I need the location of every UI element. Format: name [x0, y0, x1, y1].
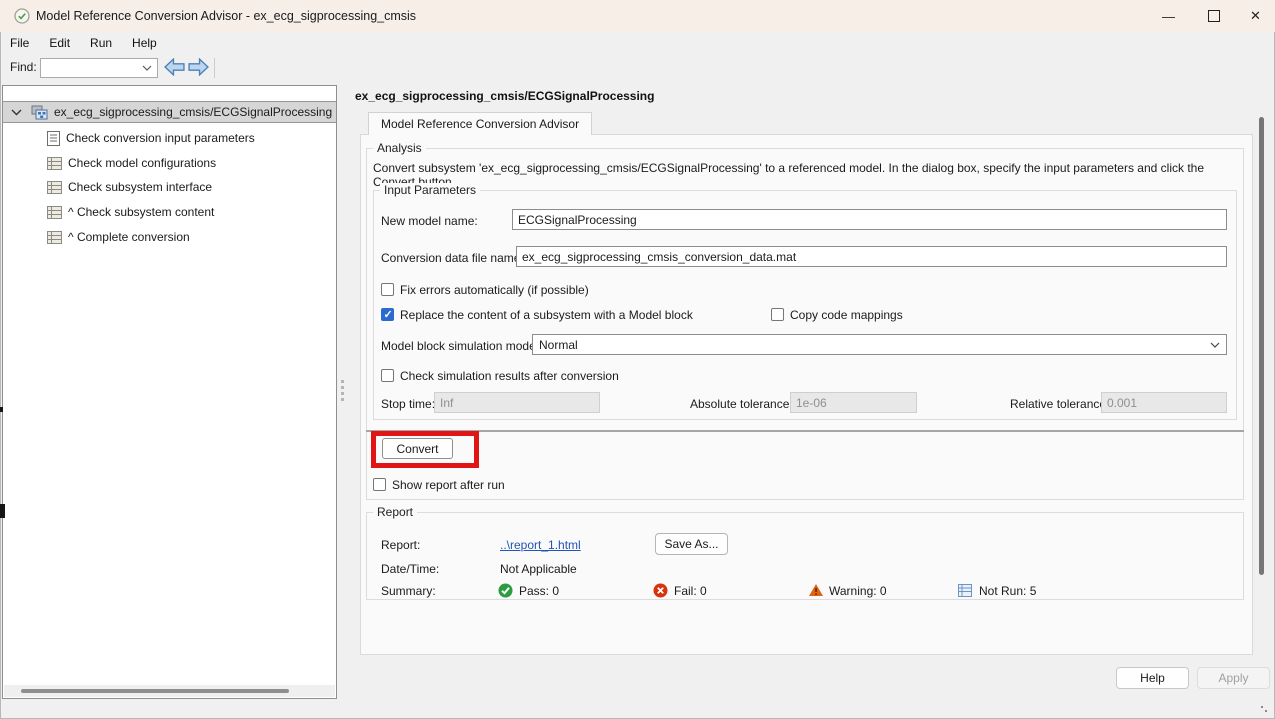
vertical-scrollbar-thumb[interactable] [1259, 117, 1264, 575]
menu-edit[interactable]: Edit [39, 32, 80, 54]
screen-artifact [0, 504, 5, 518]
section-separator [366, 430, 1244, 432]
tree-root-item[interactable]: ex_ecg_sigprocessing_cmsis/ECGSignalProc… [3, 101, 336, 123]
report-group-label: Report [373, 505, 417, 519]
title-bar: Model Reference Conversion Advisor - ex_… [0, 0, 1275, 32]
datetime-value: Not Applicable [500, 562, 577, 576]
toolbar-separator [214, 58, 215, 78]
window-title: Model Reference Conversion Advisor - ex_… [36, 9, 416, 23]
maximize-icon [1208, 10, 1220, 22]
stop-time-label: Stop time: [381, 397, 435, 411]
absolute-tolerance-label: Absolute tolerance: [690, 397, 793, 411]
convert-button[interactable]: Convert [382, 438, 453, 459]
datetime-label: Date/Time: [381, 562, 439, 576]
find-combobox[interactable] [40, 58, 158, 78]
check-list-icon [47, 206, 62, 219]
report-link[interactable]: ..\report_1.html [500, 538, 581, 552]
show-report-checkbox[interactable] [373, 478, 386, 491]
tab-model-reference-conversion-advisor[interactable]: Model Reference Conversion Advisor [368, 112, 592, 135]
check-list-icon [47, 181, 62, 194]
simulation-mode-value: Normal [539, 338, 1210, 352]
menu-bar: File Edit Run Help [0, 32, 1275, 54]
check-list-icon [47, 157, 62, 170]
new-model-name-label: New model name: [381, 214, 478, 228]
tree-root-label: ex_ecg_sigprocessing_cmsis/ECGSignalProc… [54, 105, 332, 119]
copy-code-mappings-checkbox[interactable] [771, 308, 784, 321]
new-model-name-field[interactable] [512, 209, 1227, 230]
screen-artifact [0, 407, 3, 412]
tree-item-label: Check subsystem interface [68, 180, 212, 194]
show-report-label: Show report after run [392, 478, 505, 492]
analysis-group-label: Analysis [373, 141, 426, 155]
combo-chevron-down-icon[interactable] [142, 65, 157, 71]
find-next-button[interactable] [188, 58, 209, 79]
tree-item-label: Check model configurations [68, 156, 216, 170]
tree-item-check-subsystem-interface[interactable]: Check subsystem interface [47, 176, 212, 198]
tab-label: Model Reference Conversion Advisor [381, 117, 579, 131]
minimize-icon: — [1162, 9, 1175, 24]
input-parameters-group-label: Input Parameters [380, 183, 480, 197]
fix-errors-checkbox[interactable] [381, 283, 394, 296]
fail-count: Fail: 0 [674, 584, 707, 598]
menu-file[interactable]: File [0, 32, 39, 54]
pass-icon [498, 583, 513, 601]
minimize-button[interactable]: — [1146, 0, 1191, 32]
summary-label: Summary: [381, 584, 436, 598]
toolbar: Find: [0, 54, 1275, 82]
find-label: Find: [10, 60, 37, 74]
analysis-description: Convert subsystem 'ex_ecg_sigprocessing_… [373, 161, 1238, 189]
page-title: ex_ecg_sigprocessing_cmsis/ECGSignalProc… [355, 89, 654, 103]
relative-tolerance-label: Relative tolerance: [1010, 397, 1109, 411]
fix-errors-label: Fix errors automatically (if possible) [400, 283, 589, 297]
apply-button[interactable]: Apply [1197, 667, 1270, 689]
checks-tree-panel: ex_ecg_sigprocessing_cmsis/ECGSignalProc… [2, 85, 337, 699]
menu-help[interactable]: Help [122, 32, 167, 54]
tree-item-complete-conversion[interactable]: ^ Complete conversion [47, 226, 190, 248]
select-chevron-down-icon [1210, 342, 1220, 348]
check-sim-results-checkbox[interactable] [381, 369, 394, 382]
check-document-icon [47, 131, 60, 146]
warning-icon [808, 583, 824, 600]
absolute-tolerance-field [790, 392, 917, 413]
tree-item-label: ^ Check subsystem content [68, 205, 214, 219]
save-as-button[interactable]: Save As... [655, 533, 728, 555]
model-reference-conversion-advisor-window: Model Reference Conversion Advisor - ex_… [0, 0, 1275, 719]
fail-icon [653, 583, 668, 601]
tree-horizontal-scrollbar[interactable] [4, 685, 335, 697]
tree-horizontal-scrollbar-thumb[interactable] [21, 689, 289, 693]
check-list-icon [47, 231, 62, 244]
simulation-mode-label: Model block simulation mode: [381, 339, 539, 353]
find-previous-button[interactable] [164, 58, 185, 79]
close-button[interactable]: ✕ [1236, 0, 1275, 32]
tree-item-check-subsystem-content[interactable]: ^ Check subsystem content [47, 201, 214, 223]
close-icon: ✕ [1250, 8, 1261, 24]
tree-item-label: Check conversion input parameters [66, 131, 255, 145]
not-run-count: Not Run: 5 [979, 584, 1036, 598]
warning-count: Warning: 0 [829, 584, 887, 598]
simulation-mode-select[interactable]: Normal [532, 334, 1227, 355]
model-reference-icon [31, 105, 48, 120]
replace-content-label: Replace the content of a subsystem with … [400, 308, 693, 322]
help-button[interactable]: Help [1116, 667, 1189, 689]
not-run-icon [958, 584, 972, 600]
tree-item-check-model-configurations[interactable]: Check model configurations [47, 152, 216, 174]
check-sim-results-label: Check simulation results after conversio… [400, 369, 619, 383]
tree-item-label: ^ Complete conversion [68, 230, 190, 244]
replace-content-checkbox[interactable] [381, 308, 394, 321]
conversion-data-file-name-field[interactable] [516, 246, 1227, 267]
copy-code-mappings-label: Copy code mappings [790, 308, 903, 322]
pass-count: Pass: 0 [519, 584, 559, 598]
stop-time-field [434, 392, 600, 413]
tree-item-check-conversion-input-parameters[interactable]: Check conversion input parameters [47, 127, 255, 149]
find-input[interactable] [41, 61, 142, 75]
relative-tolerance-field [1101, 392, 1227, 413]
conversion-data-file-name-label: Conversion data file name: [381, 251, 524, 265]
app-check-icon [14, 8, 30, 27]
report-row-label: Report: [381, 538, 420, 552]
menu-run[interactable]: Run [80, 32, 122, 54]
tree-collapse-chevron-icon[interactable] [11, 109, 22, 116]
maximize-button[interactable] [1191, 0, 1236, 32]
